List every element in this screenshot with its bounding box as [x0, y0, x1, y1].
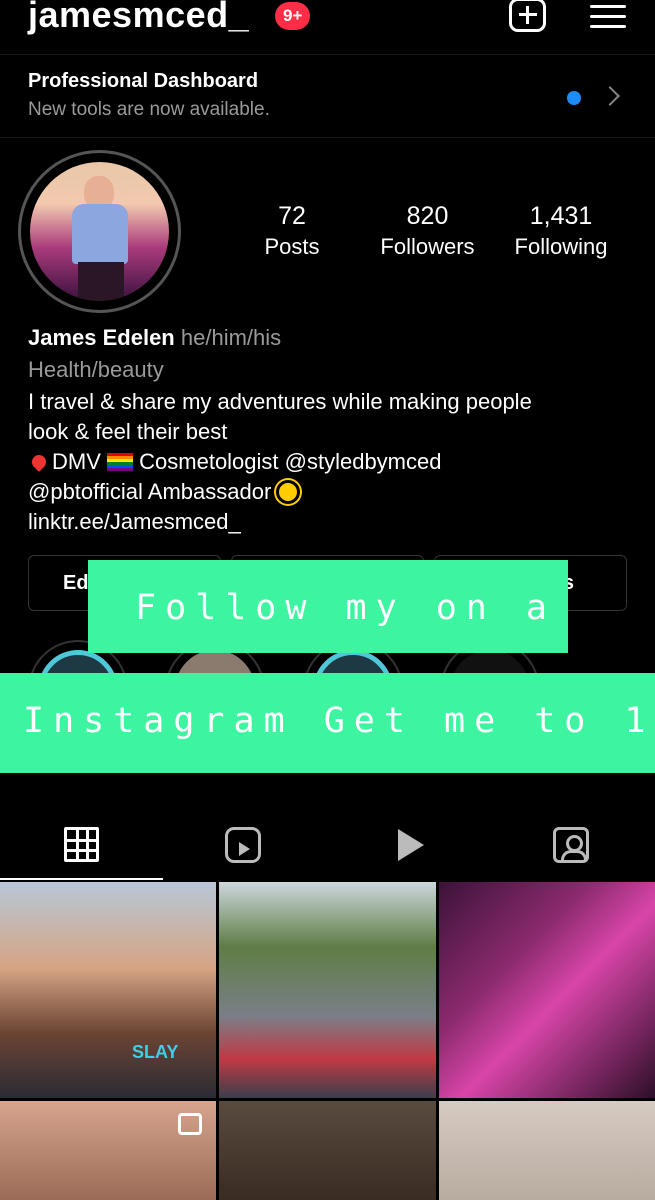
profile-bio: I travel & share my adventures while mak… [28, 387, 628, 537]
tab-reels[interactable] [163, 815, 326, 880]
stat-label: Posts [264, 234, 320, 259]
tab-tagged[interactable] [489, 815, 652, 880]
bio-occupation[interactable]: Cosmetologist @styledbymced [139, 449, 441, 474]
dashboard-title: Professional Dashboard [28, 70, 259, 92]
stat-value: 820 [406, 202, 449, 230]
bio-ambassador[interactable]: @pbtofficial Ambassador [28, 479, 271, 504]
hamburger-menu-icon[interactable] [590, 5, 626, 29]
multiple-photos-icon [178, 1113, 202, 1135]
reels-icon [225, 827, 261, 863]
bottom-navigation[interactable] [0, 1185, 655, 1200]
chevron-right-icon[interactable] [600, 86, 620, 106]
following-count[interactable]: 1,431 Following [505, 200, 617, 262]
bio-line: @pbtofficial Ambassador [28, 477, 628, 507]
post-thumbnail[interactable] [439, 882, 655, 1098]
bio-line: DMV Cosmetologist @styledbymced [28, 447, 628, 477]
top-bar: jamesmced_ 9+ [0, 0, 655, 52]
avatar[interactable] [30, 162, 169, 301]
dashboard-subtitle: New tools are now available. [28, 99, 270, 120]
pin-icon [29, 452, 49, 472]
profile-name: James Edelen [28, 325, 175, 350]
plus-square-icon[interactable] [509, 0, 546, 32]
bio-line: look & feel their best [28, 419, 228, 444]
rainbow-flag-icon [107, 453, 134, 471]
post-thumbnail[interactable]: SLAY [0, 882, 216, 1098]
profile-username[interactable]: jamesmced_ [28, 0, 249, 36]
pronouns: he/him/his [180, 325, 282, 350]
overlay-banner-top: Follow my on a [88, 560, 568, 653]
bio-line: I travel & share my adventures while mak… [28, 389, 532, 414]
overlay-banner-bottom: Instagram Get me to 1K [0, 673, 655, 773]
bio-location: DMV [52, 449, 101, 474]
overlay-text: Instagram Get me to 1K [23, 701, 655, 741]
shirt-text: SLAY [132, 1042, 179, 1062]
grid-icon [64, 827, 99, 862]
tagged-person-icon [553, 827, 589, 863]
stat-label: Following [514, 234, 608, 259]
stat-value: 1,431 [529, 202, 593, 230]
bio-link[interactable]: linktr.ee/Jamesmced_ [28, 507, 628, 537]
posts-count[interactable]: 72 Posts [252, 200, 332, 262]
profile-tabs [0, 815, 655, 880]
video-play-icon [392, 827, 428, 863]
tab-videos[interactable] [326, 815, 489, 880]
new-indicator-dot [567, 91, 581, 105]
followers-count[interactable]: 820 Followers [370, 200, 485, 262]
stat-value: 72 [278, 202, 306, 230]
professional-dashboard[interactable]: Professional Dashboard New tools are now… [0, 54, 655, 138]
profile-name-line: James Edelen he/him/his [28, 325, 281, 351]
profile-category: Health/beauty [28, 357, 164, 382]
post-thumbnail[interactable] [219, 882, 436, 1098]
tab-grid[interactable] [0, 815, 163, 880]
stat-label: Followers [380, 234, 475, 259]
notification-badge[interactable]: 9+ [275, 2, 311, 30]
sun-icon [279, 483, 298, 501]
overlay-text: Follow my on a [135, 588, 557, 628]
